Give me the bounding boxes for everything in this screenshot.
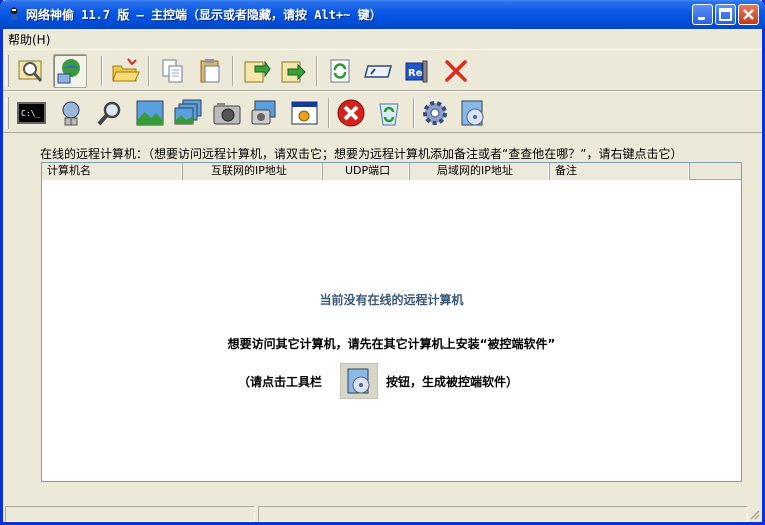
multi-screenshot-icon (174, 99, 202, 125)
toolbar-separator (232, 56, 234, 86)
open-folder-button[interactable] (108, 54, 142, 88)
toolbar-separator (101, 56, 103, 86)
toolbar-grip[interactable] (6, 55, 9, 87)
rename-button[interactable] (361, 54, 395, 88)
empty-list-hint: 想要访问其它计算机，请先在其它计算机上安装“被控端软件” (227, 337, 556, 351)
list-header: 计算机名 互联网的IP地址 UDP端口 局域网的IP地址 备注 (42, 163, 741, 180)
gear-icon (423, 101, 447, 125)
generate-hint-prefix: （请点击工具栏 (238, 375, 323, 389)
generate-hint-suffix: 按钮，生成被控端软件） (386, 375, 519, 389)
copy-button[interactable] (155, 54, 189, 88)
screenshot-button[interactable] (133, 96, 167, 130)
search-computer-icon (18, 60, 43, 82)
network-globe-button[interactable] (53, 54, 87, 88)
empty-list-title: 当前没有在线的远程计算机 (319, 293, 464, 307)
window-title: 网络神偷 11.7 版 — 主控端（显示或者隐藏，请按 Alt+~ 键） (26, 8, 382, 22)
column-notes[interactable]: 备注 (550, 163, 690, 180)
toolbar-separator (316, 56, 318, 86)
column-internet-ip[interactable]: 互联网的IP地址 (183, 163, 323, 180)
column-lan-ip[interactable]: 局域网的IP地址 (410, 163, 550, 180)
network-icon (62, 101, 80, 126)
toolbar-main: Re (3, 49, 762, 91)
command-prompt-button[interactable]: C:\_ (14, 96, 48, 130)
status-bar (3, 504, 762, 522)
install-disk-button[interactable] (456, 96, 490, 130)
download-button[interactable] (239, 54, 273, 88)
multi-screenshot-button[interactable] (171, 96, 205, 130)
open-folder-icon (112, 58, 140, 82)
copy-icon (162, 59, 183, 83)
registry-button[interactable]: Re (400, 54, 434, 88)
gear-button[interactable] (418, 96, 452, 130)
command-prompt-icon: C:\_ (17, 102, 46, 124)
upload-button[interactable] (276, 54, 310, 88)
upload-icon (281, 61, 306, 83)
svg-text:C:\_: C:\_ (21, 109, 40, 118)
refresh-button[interactable] (323, 54, 357, 88)
search-icon (97, 101, 121, 126)
download-icon (244, 60, 271, 83)
stop-icon (337, 99, 365, 127)
app-icon (10, 7, 18, 20)
minimize-button[interactable] (692, 4, 713, 25)
status-panel (258, 506, 748, 522)
camera-icon (213, 103, 241, 125)
column-computer-name[interactable]: 计算机名 (42, 163, 183, 180)
maximize-icon (719, 8, 732, 21)
webcam-button[interactable] (248, 96, 282, 130)
generate-client-button[interactable] (340, 363, 378, 399)
settings-window-icon (291, 101, 318, 125)
online-computers-label: 在线的远程计算机：（想要访问远程计算机，请双击它；想要为远程计算机添加备注或者“… (40, 147, 683, 161)
network-globe-icon (57, 59, 80, 84)
menu-bar: 帮助(H) (3, 29, 762, 48)
settings-window-button[interactable] (287, 96, 321, 130)
svg-text:Re: Re (408, 68, 423, 79)
delete-icon (445, 60, 467, 82)
menu-help[interactable]: 帮助(H) (8, 31, 50, 48)
install-disk-icon (347, 368, 370, 394)
toolbar-grip[interactable] (6, 97, 9, 129)
rename-icon (364, 65, 392, 78)
stop-button[interactable] (334, 96, 368, 130)
status-panel (5, 506, 255, 522)
close-icon (743, 9, 754, 20)
recycle-button[interactable] (372, 96, 406, 130)
online-computers-list[interactable]: 计算机名 互联网的IP地址 UDP端口 局域网的IP地址 备注 当前没有在线的远… (41, 162, 742, 482)
network-button[interactable] (54, 96, 88, 130)
toolbar-tools: C:\_ (3, 91, 762, 133)
minimize-icon (698, 17, 705, 20)
close-button[interactable] (738, 4, 759, 25)
refresh-icon (330, 59, 350, 83)
resize-grip-icon[interactable] (748, 508, 760, 520)
generate-client-hint: （请点击工具栏 按钮，生成被控端软件） (42, 361, 741, 401)
install-disk-icon (461, 100, 484, 126)
webcam-icon (251, 100, 276, 125)
toolbar-separator (328, 98, 330, 128)
title-bar[interactable]: 网络神偷 11.7 版 — 主控端（显示或者隐藏，请按 Alt+~ 键） (0, 0, 765, 29)
column-udp-port[interactable]: UDP端口 (323, 163, 410, 180)
registry-icon: Re (405, 60, 428, 83)
search-button[interactable] (93, 96, 127, 130)
toolbar-separator (413, 98, 415, 128)
delete-button[interactable] (439, 54, 473, 88)
search-computer-button[interactable] (14, 54, 48, 88)
maximize-button[interactable] (715, 4, 736, 25)
paste-button[interactable] (193, 54, 227, 88)
paste-icon (200, 59, 220, 83)
recycle-icon (379, 103, 399, 126)
screenshot-icon (136, 100, 164, 126)
main-window: 网络神偷 11.7 版 — 主控端（显示或者隐藏，请按 Alt+~ 键） 帮助(… (0, 0, 765, 525)
toolbar-separator (148, 56, 150, 86)
camera-button[interactable] (210, 96, 244, 130)
